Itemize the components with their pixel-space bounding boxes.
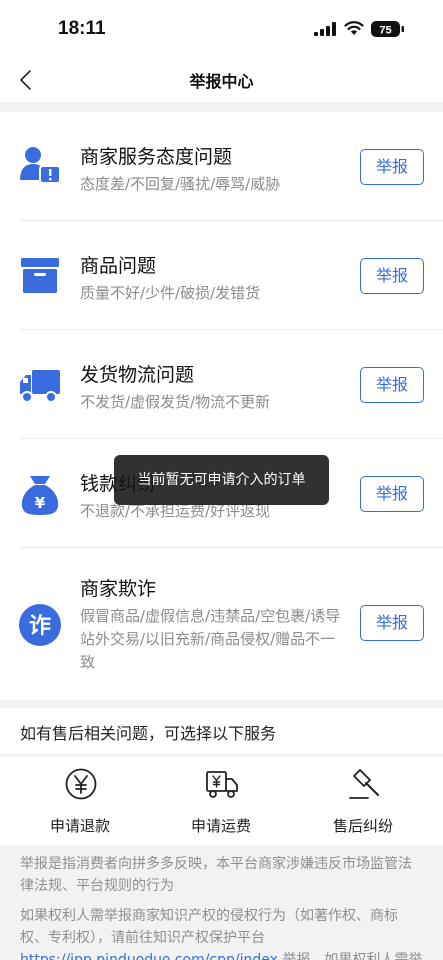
wifi-icon [344, 21, 364, 35]
footer-para-definition: 举报是指消费者向拼多多反映，本平台商家涉嫌违反市场监管法律法规、平台规则的行为 [20, 856, 412, 894]
report-item-logistics: 发货物流问题 不发货/虚假发货/物流不更新 举报 [0, 330, 443, 439]
ipp-link[interactable]: https://ipp.pinduoduo.com/cpp/index [20, 952, 278, 960]
battery-icon: 75 [371, 21, 404, 37]
report-button[interactable]: 举报 [360, 149, 424, 185]
report-item-title: 商家欺诈 [80, 578, 157, 600]
report-item-desc: 不发货/虚假发货/物流不更新 [80, 393, 271, 411]
service-label: 申请运费 [190, 817, 251, 835]
report-item-desc: 质量不好/少件/破损/发错货 [80, 284, 261, 302]
report-item-desc: 态度差/不回复/骚扰/辱骂/威胁 [80, 175, 281, 193]
service-after-sales-dispute[interactable]: 售后纠纷 [303, 757, 423, 845]
report-button[interactable]: 举报 [360, 258, 424, 294]
status-time: 18:11 [58, 18, 106, 39]
refund-yen-icon [65, 768, 97, 800]
service-shipping-fee[interactable]: 申请运费 [161, 757, 281, 845]
cellular-signal-icon [314, 22, 336, 36]
report-item-title: 商品问题 [80, 255, 157, 277]
toast-message: 当前暂无可申请介入的订单 [114, 455, 329, 505]
service-refund[interactable]: 申请退款 [20, 757, 140, 845]
after-sales-heading-text: 如有售后相关问题，可选择以下服务 [20, 724, 277, 743]
footer-notes: 举报是指消费者向拼多多反映，本平台商家涉嫌违反市场监管法律法规、平台规则的行为 … [0, 845, 443, 960]
delivery-truck-icon [20, 370, 60, 403]
nav-bar: 举报中心 [0, 58, 443, 102]
report-item-merchant-attitude: 商家服务态度问题 态度差/不回复/骚扰/辱骂/威胁 举报 [0, 112, 443, 221]
report-list: 商家服务态度问题 态度差/不回复/骚扰/辱骂/威胁 举报 商品问题 质量不好/少… [0, 112, 443, 700]
report-button[interactable]: 举报 [360, 367, 424, 403]
service-label: 申请退款 [49, 817, 110, 835]
product-box-icon [21, 258, 59, 293]
svg-text:¥: ¥ [35, 494, 46, 512]
report-button[interactable]: 举报 [360, 476, 424, 512]
after-sales-services: 申请退款 申请运费 售后纠纷 [0, 757, 443, 845]
status-bar: 18:11 75 [0, 0, 443, 58]
report-item-title: 商家服务态度问题 [80, 146, 233, 168]
report-button[interactable]: 举报 [360, 605, 424, 641]
report-item-product: 商品问题 质量不好/少件/破损/发错货 举报 [0, 221, 443, 330]
after-sales-heading: 如有售后相关问题，可选择以下服务 [0, 708, 443, 754]
battery-level: 75 [379, 25, 391, 37]
report-item-title: 发货物流问题 [80, 364, 195, 386]
shipping-fee-icon [206, 771, 238, 798]
svg-text:诈: 诈 [29, 614, 51, 639]
report-item-desc: 假冒商品/虚假信息/违禁品/空包裹/诱导站外交易/以旧充新/商品侵权/赠品不一致 [80, 607, 341, 671]
section-divider [0, 102, 443, 112]
money-bag-icon: ¥ [21, 476, 59, 515]
page-title: 举报中心 [189, 72, 254, 91]
report-item-fraud: 诈 商家欺诈 假冒商品/虚假信息/违禁品/空包裹/诱导站外交易/以旧充新/商品侵… [0, 548, 443, 700]
fraud-icon: 诈 [19, 604, 61, 646]
footer-para-ip: 如果权利人需举报商家知识产权的侵权行为（如著作权、商标权、专利权），请前往知识产… [20, 905, 425, 960]
gavel-icon [349, 769, 379, 799]
footer-ip-prefix: 如果权利人需举报商家知识产权的侵权行为（如著作权、商标权、专利权），请前往知识产… [20, 908, 398, 946]
merchant-attitude-icon [20, 147, 61, 184]
service-label: 售后纠纷 [332, 817, 393, 835]
